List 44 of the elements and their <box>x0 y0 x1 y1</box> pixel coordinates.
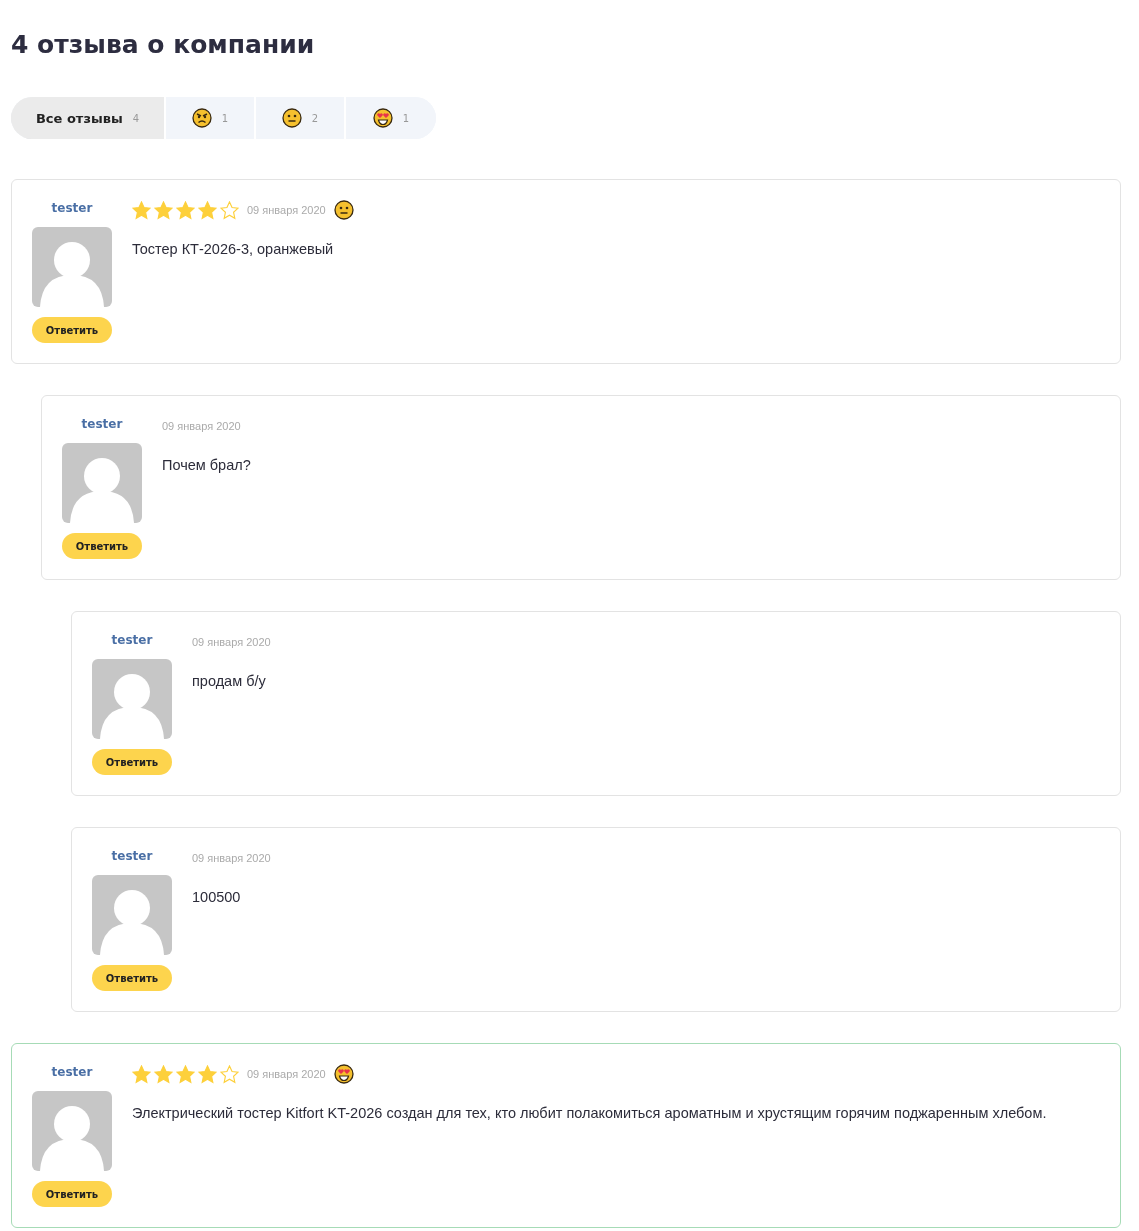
author-name: tester <box>51 201 93 217</box>
star-icon <box>132 200 151 220</box>
filter-tab[interactable]: Все отзывы 4 <box>11 97 166 139</box>
reply-button[interactable]: Ответить <box>92 749 172 775</box>
star-icon <box>154 200 173 220</box>
author-name: tester <box>111 849 153 865</box>
heart-eyes-face-icon <box>372 108 393 128</box>
count: 1 <box>402 112 410 124</box>
reply-button[interactable]: Ответить <box>32 1181 112 1207</box>
avatar-icon <box>32 227 112 307</box>
review-text: 100500 <box>192 888 242 907</box>
review-text: Почем брал? <box>162 456 251 475</box>
angry-face-icon <box>191 108 212 128</box>
star-icon <box>154 1064 173 1084</box>
avatar-icon <box>92 659 172 739</box>
review-date: 09 января 2020 <box>162 420 241 432</box>
review-date: 09 января 2020 <box>192 852 271 864</box>
avatar-icon <box>62 443 142 523</box>
avatar-icon <box>92 875 172 955</box>
count: 1 <box>221 112 229 124</box>
review-date: 09 января 2020 <box>247 204 326 216</box>
star-icon <box>198 200 217 220</box>
star-icon <box>176 200 195 220</box>
count: 4 <box>132 112 140 124</box>
author-name: tester <box>51 1065 93 1081</box>
author-name: tester <box>111 633 153 649</box>
star-icon <box>198 1064 217 1084</box>
review-text: продам б/у <box>192 672 267 691</box>
star-icon <box>176 1064 195 1084</box>
star-outline-icon <box>220 200 239 220</box>
page-title: 4 отзыва о компании <box>11 30 316 59</box>
star-outline-icon <box>220 1064 239 1084</box>
reply-button[interactable]: Ответить <box>62 533 142 559</box>
avatar-icon <box>32 1091 112 1171</box>
author-name: tester <box>81 417 123 433</box>
review-text: Электрический тостер Kitfort KT-2026 создан для тех, кто любит полакомиться ароматным и хрустящим горячим поджаренным хлебом. <box>132 1104 1047 1123</box>
review-text: Тостер КТ-2026-3, оранжевый <box>132 240 335 259</box>
neutral-face-icon <box>281 108 302 128</box>
star-icon <box>132 1064 151 1084</box>
review-date: 09 января 2020 <box>192 636 271 648</box>
review-date: 09 января 2020 <box>247 1068 326 1080</box>
count: 2 <box>311 112 319 124</box>
reply-button[interactable]: Ответить <box>92 965 172 991</box>
reply-button[interactable]: Ответить <box>32 317 112 343</box>
